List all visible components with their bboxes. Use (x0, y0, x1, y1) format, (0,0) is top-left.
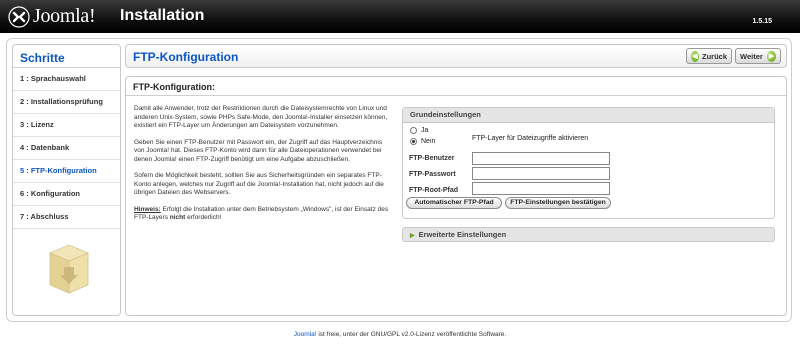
back-button[interactable]: ◀ Zurück (686, 48, 732, 64)
advanced-settings-label: Erweiterte Einstellungen (418, 230, 507, 239)
description-paragraph: Damit alle Anwender, trotz der Restrikti… (134, 105, 388, 129)
main-panel: FTP-Konfiguration ◀ Zurück Weiter ▶ FTP-… (125, 44, 787, 316)
step-precheck: 2 : Installationsprüfung (13, 91, 120, 114)
steps-sidebar: Schritte 1 : Sprachauswahl 2 : Installat… (12, 44, 121, 316)
step-finish: 7 : Abschluss (13, 206, 120, 229)
description-paragraph: Geben Sie einen FTP-Benutzer mit Passwor… (134, 138, 383, 163)
joomla-logo-icon (8, 5, 30, 28)
radio-no-label: Nein (421, 138, 436, 145)
basic-settings-heading: Grundeinstellungen (403, 108, 774, 123)
next-button[interactable]: Weiter ▶ (735, 48, 781, 64)
ftp-password-field[interactable] (472, 167, 610, 180)
step-ftp-configuration: 5 : FTP-Konfiguration (13, 160, 120, 183)
page-title: FTP-Konfiguration (133, 50, 239, 64)
back-button-label: Zurück (701, 51, 727, 61)
section-title: FTP-Konfiguration: (126, 77, 786, 96)
step-language: 1 : Sprachauswahl (13, 68, 120, 91)
steps-heading: Schritte (13, 45, 120, 68)
radio-no-control[interactable] (410, 138, 417, 145)
hint-paragraph: Hinweis: Erfolgt die Installation unter … (134, 206, 394, 223)
basic-settings-panel: Grundeinstellungen Ja Nein FTP-Layer für… (402, 107, 775, 219)
confirm-ftp-settings-button[interactable]: FTP-Einstellungen bestätigen (505, 197, 611, 209)
header: Joomla! Installation 1.5.15 (0, 0, 800, 33)
ftp-user-field[interactable] (472, 152, 610, 165)
footer-text: ist freie, unter der GNU/GPL v2.0-Lizenz… (316, 331, 507, 338)
auto-ftp-path-button[interactable]: Automatischer FTP-Pfad (406, 197, 502, 209)
installer-container: Schritte 1 : Sprachauswahl 2 : Installat… (6, 38, 792, 322)
radio-yes-label: Ja (421, 127, 429, 134)
description: Damit alle Anwender, trotz der Restrikti… (134, 105, 394, 231)
radio-no[interactable]: Nein (410, 138, 435, 145)
content-panel: FTP-Konfiguration: Damit alle Anwender, … (125, 76, 787, 316)
arrow-left-icon: ◀ (691, 50, 699, 62)
joomla-logo: Joomla! (8, 5, 96, 28)
step-license: 3 : Lizenz (13, 114, 120, 137)
title-bar: FTP-Konfiguration ◀ Zurück Weiter ▶ (125, 44, 787, 68)
radio-yes-control[interactable] (410, 127, 417, 134)
radio-yes[interactable]: Ja (410, 127, 428, 134)
joomla-link[interactable]: Joomla! (294, 331, 317, 338)
footer: Joomla! ist freie, unter der GNU/GPL v2.… (0, 331, 800, 338)
hint-text-end: erforderlich! (185, 214, 222, 221)
description-paragraph: Sofern die Möglichkeit besteht, sollten … (134, 172, 384, 196)
ftp-password-label: FTP-Passwort (409, 171, 456, 178)
ftp-user-label: FTP-Benutzer (409, 155, 455, 162)
header-title: Installation (120, 7, 205, 24)
ftp-root-label: FTP-Root-Pfad (409, 187, 458, 194)
ftp-layer-description: FTP-Layer für Dateizugriffe aktivieren (472, 135, 589, 142)
hint-emphasis: nicht (169, 214, 186, 221)
step-configuration: 6 : Konfiguration (13, 183, 120, 206)
hint-label: Hinweis: (134, 205, 161, 213)
version-label: 1.5.15 (752, 18, 772, 25)
advanced-settings-toggle[interactable]: ▶ Erweiterte Einstellungen (402, 227, 775, 242)
arrow-right-icon: ▶ (766, 50, 776, 62)
next-button-label: Weiter (740, 51, 763, 61)
step-database: 4 : Datenbank (13, 137, 120, 160)
install-box-icon (48, 244, 90, 294)
expand-triangle-icon: ▶ (410, 233, 415, 239)
ftp-root-field[interactable] (472, 182, 610, 195)
logo-text: Joomla! (33, 5, 96, 27)
